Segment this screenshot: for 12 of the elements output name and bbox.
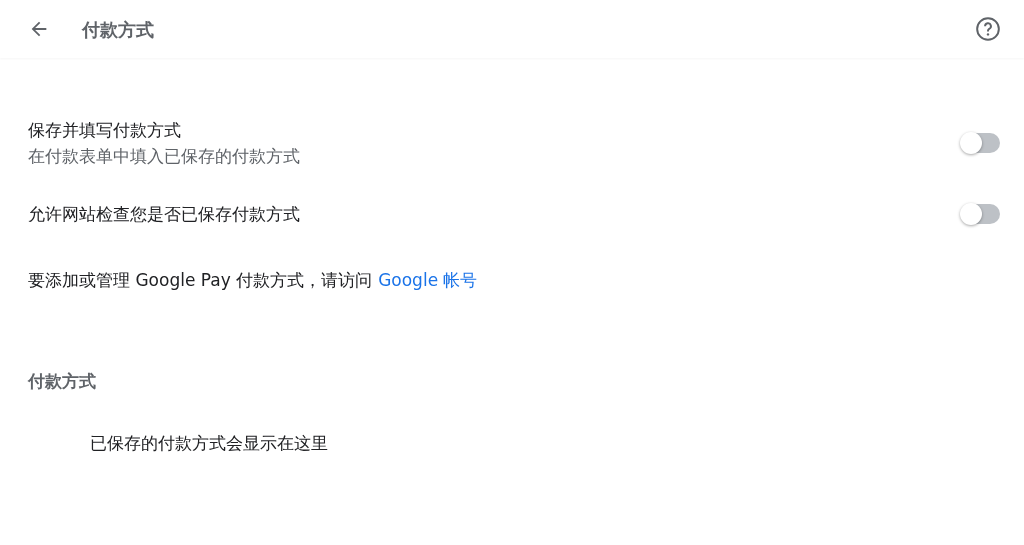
setting-label: 保存并填写付款方式 [28,119,182,142]
account-link[interactable]: Google 帐号 [378,270,478,290]
help-button[interactable] [974,15,1002,43]
notice-text: 要添加或管理 Google Pay 付款方式，请访问 [28,270,373,290]
section-title: 付款方式 [28,371,96,391]
setting-description: 在付款表单中填入已保存的付款方式 [28,145,301,168]
empty-state-text: 已保存的付款方式会显示在这里 [90,432,328,453]
toggle-switch[interactable] [962,204,1000,224]
toggle-switch[interactable] [962,133,1000,153]
help-icon [975,16,1001,42]
setting-label: 允许网站检查您是否已保存付款方式 [28,203,301,226]
page-title: 付款方式 [82,17,154,42]
